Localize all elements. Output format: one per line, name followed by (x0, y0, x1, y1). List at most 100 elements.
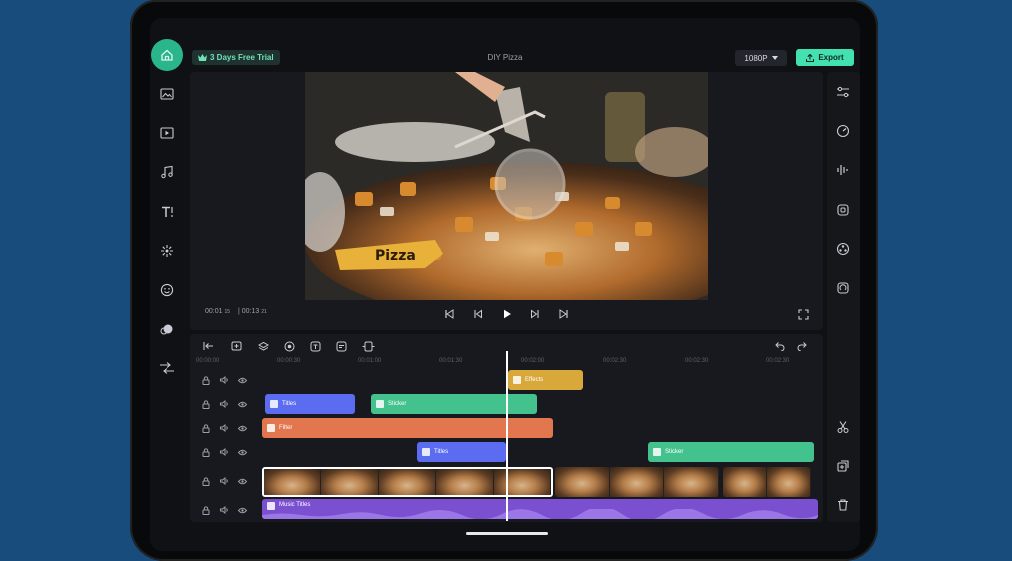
eye-icon[interactable] (237, 505, 247, 515)
volume-icon[interactable] (219, 423, 229, 433)
lock-icon[interactable] (201, 447, 211, 457)
titles-clip[interactable]: Titles (417, 442, 506, 462)
delete-icon[interactable] (835, 497, 851, 513)
resolution-dropdown[interactable]: 1080P (735, 50, 787, 66)
sticker-clip[interactable]: Sticker (371, 394, 537, 414)
titles-clip-label: Titles (434, 449, 449, 455)
titles-clip[interactable]: Titles (265, 394, 355, 414)
transition-icon[interactable] (159, 360, 175, 376)
volume-icon[interactable] (219, 447, 229, 457)
video-thumbnail (555, 467, 610, 497)
volume-icon[interactable] (219, 505, 229, 515)
titles-clip-label: Titles (282, 401, 297, 407)
sticker-clip[interactable]: Sticker (648, 442, 814, 462)
effects-clip[interactable]: Effects (508, 370, 583, 390)
music-clip[interactable]: Music Titles (262, 499, 818, 519)
duplicate-icon[interactable] (835, 458, 851, 474)
volume-icon[interactable] (219, 375, 229, 385)
split-icon[interactable] (835, 419, 851, 435)
lock-icon[interactable] (201, 505, 211, 515)
track-controls (201, 504, 251, 516)
lock-icon[interactable] (201, 423, 211, 433)
adjust-icon[interactable] (835, 84, 851, 100)
home-indicator[interactable] (466, 532, 548, 535)
sticker-clip-label: Sticker (665, 449, 684, 455)
effects-icon[interactable] (159, 243, 175, 259)
music-icon[interactable] (159, 164, 175, 180)
effects-clip-label: Effects (525, 377, 544, 383)
effects-clip-icon (513, 376, 521, 384)
rotate-icon[interactable] (835, 280, 851, 296)
time-tick: 00:01:00 (358, 358, 382, 364)
fit-icon[interactable] (361, 339, 375, 353)
time-tick: 00:02:30 (685, 358, 709, 364)
playhead[interactable] (506, 351, 508, 521)
editor-screen: 3 Days Free Trial DIY Pizza 1080P Export (150, 18, 860, 551)
time-tick: 00:00:30 (277, 358, 301, 364)
video-icon[interactable] (159, 125, 175, 141)
lock-icon[interactable] (201, 399, 211, 409)
video-thumbnail (609, 467, 665, 497)
filter-clip-icon (267, 424, 275, 432)
video-thumbnail (378, 469, 437, 495)
video-clip[interactable] (723, 467, 811, 497)
speed-icon[interactable] (835, 123, 851, 139)
crop-icon[interactable] (835, 202, 851, 218)
titles-clip-icon (422, 448, 430, 456)
video-preview[interactable]: Pizza (305, 72, 708, 300)
export-label: Export (818, 53, 844, 62)
lock-icon[interactable] (201, 375, 211, 385)
prev-frame-icon[interactable] (471, 307, 485, 321)
pizza-caption[interactable]: Pizza (375, 248, 416, 264)
back-icon[interactable] (201, 339, 215, 353)
filter-clip[interactable]: Filter (262, 418, 553, 438)
volume-icon[interactable] (219, 399, 229, 409)
add-clip-icon[interactable] (229, 339, 243, 353)
volume-icon[interactable] (219, 476, 229, 486)
eye-icon[interactable] (237, 423, 247, 433)
total-time: | 00:13 21 (238, 308, 267, 315)
image-icon[interactable] (159, 86, 175, 102)
titles-clip-icon (270, 400, 278, 408)
redo-icon[interactable] (795, 339, 809, 353)
current-time: 00:01 15 (205, 308, 231, 315)
eye-icon[interactable] (237, 399, 247, 409)
skip-end-icon[interactable] (557, 307, 571, 321)
layers-icon[interactable] (256, 339, 270, 353)
next-frame-icon[interactable] (528, 307, 542, 321)
eye-icon[interactable] (237, 375, 247, 385)
track-controls (201, 446, 251, 458)
video-clip[interactable] (555, 467, 719, 497)
lock-icon[interactable] (201, 476, 211, 486)
time-tick: 00:02:00 (521, 358, 545, 364)
sticker-icon[interactable] (159, 282, 175, 298)
filter-icon[interactable] (159, 321, 175, 337)
subtitle-icon[interactable] (334, 339, 348, 353)
eye-icon[interactable] (237, 476, 247, 486)
right-toolbar (827, 72, 860, 522)
text-icon[interactable] (159, 204, 175, 220)
eye-icon[interactable] (237, 447, 247, 457)
export-button[interactable]: Export (796, 49, 854, 66)
video-thumbnail (264, 469, 322, 495)
record-icon[interactable] (282, 339, 296, 353)
filter-clip-label: Filter (279, 425, 293, 431)
video-thumbnail (436, 469, 494, 495)
time-tick: 00:00:00 (196, 358, 220, 364)
music-clip-label: Music Titles (279, 502, 311, 508)
video-thumbnail (493, 469, 551, 495)
undo-icon[interactable] (772, 339, 786, 353)
play-icon[interactable] (500, 307, 514, 321)
upload-icon (806, 53, 815, 62)
skip-start-icon[interactable] (442, 307, 456, 321)
pizza-video-frame (305, 72, 708, 300)
time-tick: 00:01:30 (439, 358, 463, 364)
resolution-value: 1080P (744, 53, 768, 63)
text-to-speech-icon[interactable] (308, 339, 322, 353)
video-clip-selected[interactable] (262, 467, 553, 497)
fullscreen-icon[interactable] (796, 307, 810, 321)
audio-icon[interactable] (835, 162, 851, 178)
video-thumbnail (767, 467, 811, 497)
mask-icon[interactable] (835, 241, 851, 257)
sticker-clip-icon (653, 448, 661, 456)
